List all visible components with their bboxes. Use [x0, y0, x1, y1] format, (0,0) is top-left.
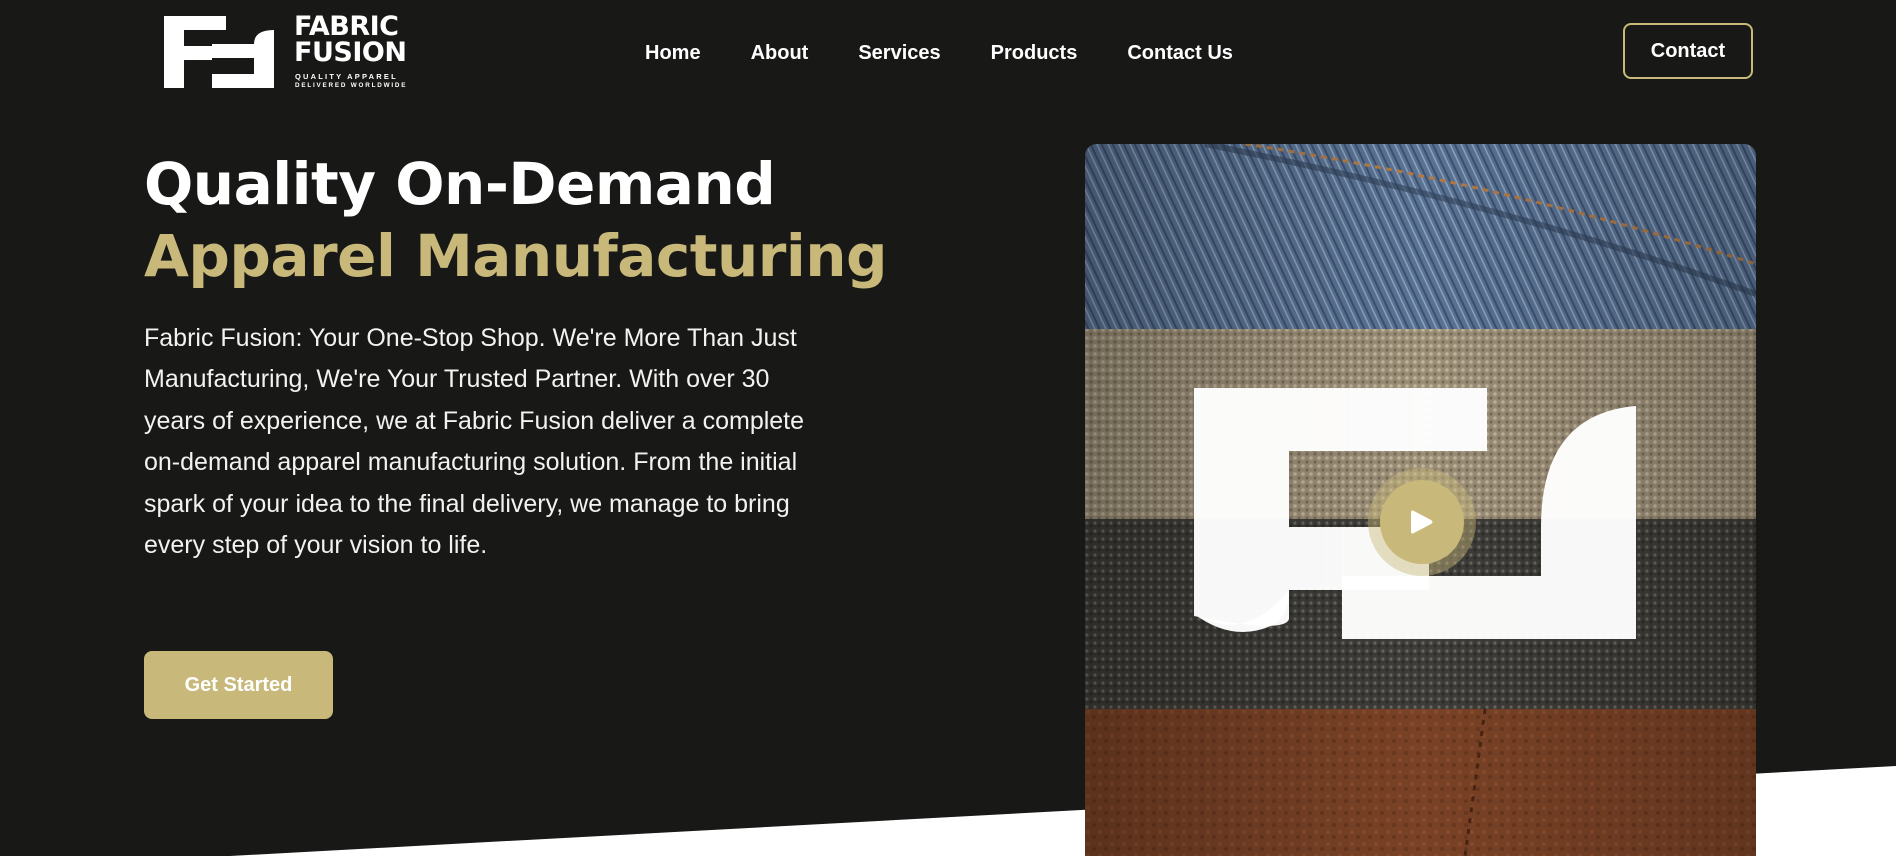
nav-item-products[interactable]: Products	[991, 38, 1078, 68]
brand-logo[interactable]: FABRIC FUSION QUALITY APPAREL DELIVERED …	[164, 13, 444, 90]
hero-title-line2: Apparel Manufacturing	[144, 222, 888, 290]
play-video-button[interactable]	[1368, 468, 1476, 576]
ff-logo-icon	[164, 16, 274, 88]
play-icon	[1411, 510, 1433, 534]
main-nav: Home About Services Products Contact Us	[645, 38, 1283, 68]
hero-description: Fabric Fusion: Your One-Stop Shop. We're…	[144, 324, 805, 560]
hero-title-line1: Quality On-Demand	[144, 150, 776, 218]
nav-item-home[interactable]: Home	[645, 38, 701, 68]
nav-item-about[interactable]: About	[751, 38, 809, 68]
brand-tagline-line1: QUALITY APPAREL	[295, 72, 398, 81]
contact-button[interactable]: Contact	[1623, 23, 1753, 79]
brand-wordmark: FABRIC FUSION	[294, 13, 407, 68]
site-header: FABRIC FUSION QUALITY APPAREL DELIVERED …	[0, 0, 1896, 105]
hero-title: Quality On-Demand Apparel Manufacturing	[144, 148, 888, 292]
brand-tagline: QUALITY APPAREL DELIVERED WORLDWIDE	[295, 72, 407, 90]
get-started-button[interactable]: Get Started	[144, 651, 333, 719]
play-button-inner	[1380, 480, 1464, 564]
brand-name-line2: FUSION	[294, 37, 407, 68]
brand-tagline-line2: DELIVERED WORLDWIDE	[295, 82, 408, 89]
nav-item-services[interactable]: Services	[858, 38, 940, 68]
nav-item-contact-us[interactable]: Contact Us	[1127, 38, 1233, 68]
